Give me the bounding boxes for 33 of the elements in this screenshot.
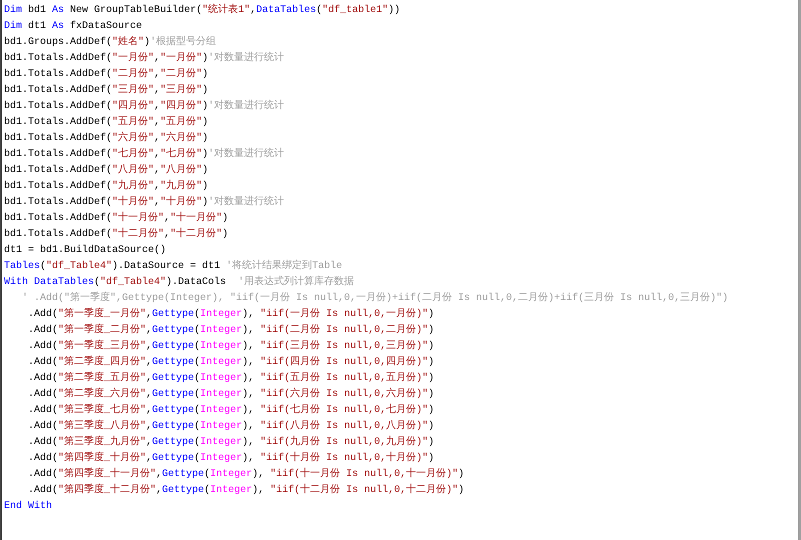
code-line: bd1.Totals.AddDef("十一月份","十一月份") xyxy=(4,211,228,226)
code-line: Dim dt1 As fxDataSource xyxy=(4,20,142,34)
code-line: .Add("第一季度_一月份",Gettype(Integer), "iif(一月份 Is null,0,一月份)") xyxy=(27,307,434,322)
code-line: .Add("第二季度_四月份",Gettype(Integer), "iif(四月份 Is null,0,四月份)") xyxy=(27,355,434,370)
code-line: Tables("df_Table4").DataSource = dt1 '将统计结果绑定到Table xyxy=(4,259,342,274)
code-line: bd1.Totals.AddDef("十二月份","十二月份") xyxy=(4,227,228,242)
code-line: .Add("第三季度_八月份",Gettype(Integer), "iif(八月份 Is null,0,八月份)") xyxy=(27,419,434,434)
code-line: Dim bd1 As New GroupTableBuilder("统计表1",DataTables("df_table1")) xyxy=(4,3,400,18)
code-line: bd1.Totals.AddDef("三月份","三月份") xyxy=(4,83,208,98)
code-line: .Add("第四季度_十月份",Gettype(Integer), "iif(十月份 Is null,0,十月份)") xyxy=(27,451,434,466)
code-line: .Add("第三季度_七月份",Gettype(Integer), "iif(七月份 Is null,0,七月份)") xyxy=(27,403,434,418)
code-line: .Add("第二季度_五月份",Gettype(Integer), "iif(五月份 Is null,0,五月份)") xyxy=(27,371,434,386)
code-line: .Add("第一季度_二月份",Gettype(Integer), "iif(二月份 Is null,0,二月份)") xyxy=(27,323,434,338)
code-line: bd1.Totals.AddDef("一月份","一月份")'对数量进行统计 xyxy=(4,51,284,66)
code-line: .Add("第四季度_十一月份",Gettype(Integer), "iif(十一月份 Is null,0,十一月份)") xyxy=(27,467,464,482)
code-line: bd1.Totals.AddDef("九月份","九月份") xyxy=(4,179,208,194)
code-line: .Add("第三季度_九月份",Gettype(Integer), "iif(九月份 Is null,0,九月份)") xyxy=(27,435,434,450)
code-line: bd1.Totals.AddDef("五月份","五月份") xyxy=(4,115,208,130)
code-line: bd1.Totals.AddDef("十月份","十月份")'对数量进行统计 xyxy=(4,195,284,210)
code-line: ' .Add("第一季度",Gettype(Integer), "iif(一月份 Is null,0,一月份)+iif(二月份 Is null,0,二月份)+iif(三月份 Is null,0,三月份)") xyxy=(21,291,728,306)
code-line: End With xyxy=(4,500,52,514)
code-line: .Add("第二季度_六月份",Gettype(Integer), "iif(六月份 Is null,0,六月份)") xyxy=(27,387,434,402)
code-line: bd1.Groups.AddDef("姓名")'根据型号分组 xyxy=(4,35,216,50)
code-line: bd1.Totals.AddDef("八月份","八月份") xyxy=(4,163,208,178)
code-line: .Add("第四季度_十二月份",Gettype(Integer), "iif(十二月份 Is null,0,十二月份)") xyxy=(27,483,464,498)
code-line: bd1.Totals.AddDef("四月份","四月份")'对数量进行统计 xyxy=(4,99,284,114)
code-line: bd1.Totals.AddDef("六月份","六月份") xyxy=(4,131,208,146)
code-line: With DataTables("df_Table4").DataCols '用表达式列计算库存数据 xyxy=(4,275,354,290)
code-line: .Add("第一季度_三月份",Gettype(Integer), "iif(三月份 Is null,0,三月份)") xyxy=(27,339,434,354)
code-line: bd1.Totals.AddDef("七月份","七月份")'对数量进行统计 xyxy=(4,147,284,162)
code-editor[interactable] xyxy=(0,0,801,540)
code-line: bd1.Totals.AddDef("二月份","二月份") xyxy=(4,67,208,82)
code-line: dt1 = bd1.BuildDataSource() xyxy=(4,244,166,258)
